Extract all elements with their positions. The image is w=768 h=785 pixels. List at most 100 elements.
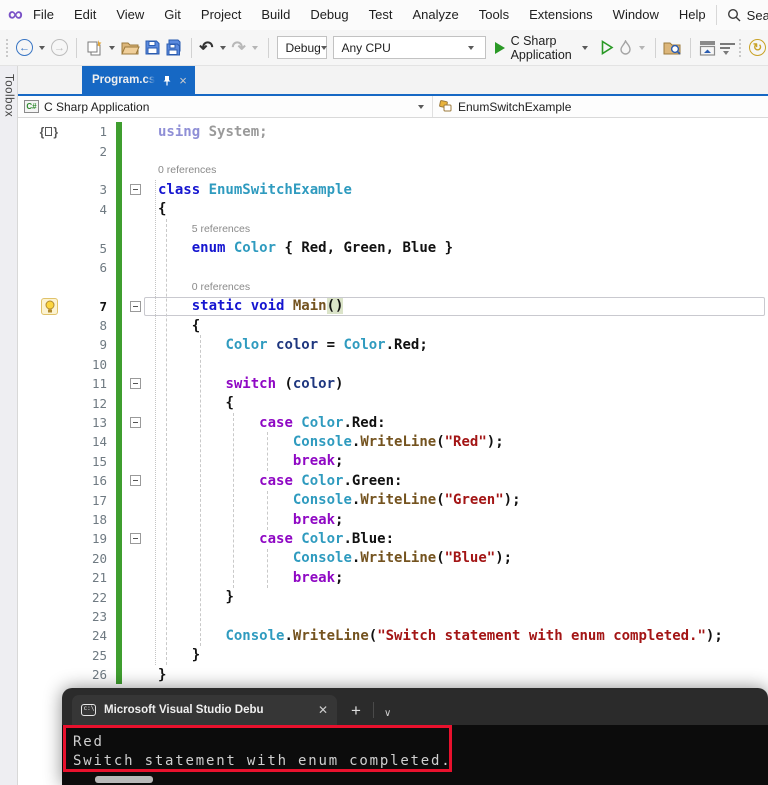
run-outline-icon [601,40,614,55]
type-name: EnumSwitchExample [458,99,572,114]
platform-value: Any CPU [341,40,391,55]
horizontal-scrollbar-thumb[interactable] [95,776,153,783]
solution-configuration-dropdown[interactable]: Debug [277,36,328,59]
solution-explorer-button[interactable] [697,35,718,61]
start-debugging-button[interactable]: C Sharp Application [489,34,598,62]
save-button[interactable] [142,35,163,61]
navigate-forward-button[interactable]: → [49,35,70,61]
fold-collapse-toggle[interactable] [129,184,141,196]
menu-help[interactable]: Help [669,0,716,30]
toolbar-drag-handle[interactable] [739,38,743,57]
navigation-bar: C# C Sharp Application EnumSwitchExample [18,96,768,118]
code-text: static void Main() [191,298,344,315]
code-text: Console.WriteLine("Blue"); [292,550,513,567]
tab-program-cs[interactable]: Program.cs × [82,66,195,94]
navigate-back-button[interactable]: ← [14,35,35,61]
codelens-references[interactable]: 0 references [148,281,768,293]
code-line: 23 [18,606,768,627]
save-all-button[interactable] [163,35,185,61]
menu-project[interactable]: Project [191,0,251,30]
line-number: 7 [99,298,107,314]
terminal-dropdown-button[interactable]: ∨ [384,708,391,719]
visual-studio-window: ∞ File Edit View Git Project Build Debug Test An… [0,0,768,785]
undo-button[interactable]: ↶ [197,35,215,61]
codelens-row: 0 references [18,160,768,181]
change-tracking-bar [116,277,122,297]
redo-dropdown-caret[interactable] [251,45,258,50]
open-file-button[interactable] [119,35,142,61]
code-text: Console.WriteLine("Red"); [292,433,504,450]
project-dropdown[interactable]: C# C Sharp Application [18,96,433,117]
code-outline-icon[interactable]: {} [40,125,58,139]
back-dropdown-caret[interactable] [38,45,45,50]
code-text: { [191,317,201,334]
hot-reload-button[interactable] [616,35,635,61]
fold-collapse-toggle[interactable] [129,300,141,312]
close-icon[interactable]: × [179,74,187,87]
fold-collapse-toggle[interactable] [129,378,141,390]
type-dropdown[interactable]: EnumSwitchExample [433,96,768,117]
new-terminal-tab-button[interactable]: + [351,701,361,721]
menu-edit[interactable]: Edit [64,0,106,30]
change-tracking-bar [116,354,122,375]
menu-extensions[interactable]: Extensions [519,0,603,30]
menu-view[interactable]: View [106,0,154,30]
menu-file[interactable]: File [23,0,64,30]
code-line: 7 static void Main() [18,296,768,316]
new-project-icon [87,39,102,55]
start-without-debugging-button[interactable] [598,35,616,61]
code-text: class EnumSwitchExample [158,181,352,198]
menu-build[interactable]: Build [251,0,300,30]
menu-git[interactable]: Git [154,0,191,30]
lightbulb-icon[interactable] [41,297,58,315]
fold-collapse-toggle[interactable] [129,475,141,487]
toolbox-panel-tab[interactable]: Toolbox [0,66,18,785]
code-line: 6 [18,257,768,278]
line-number: 17 [91,492,107,508]
terminal-tab-title: Microsoft Visual Studio Debu [104,704,264,716]
clipped-toolbar-button[interactable]: ↻ [747,35,768,61]
collapse-definitions-button[interactable] [718,35,737,61]
code-line: 18 break; [18,509,768,530]
pin-icon[interactable] [162,75,172,86]
change-tracking-bar [116,645,122,665]
change-tracking-bar [116,335,122,355]
configuration-value: Debug [285,40,321,55]
toolbar-drag-handle[interactable] [6,38,10,57]
code-editor[interactable]: {} 1 using System; 2 0 references 3 class Enum… [18,118,768,785]
change-tracking-bar [116,509,122,530]
line-number: 15 [91,453,107,469]
menu-debug[interactable]: Debug [300,0,358,30]
run-target-label: C Sharp Application [510,33,572,62]
find-in-files-button[interactable] [661,35,684,61]
codelens-references[interactable]: 0 references [148,164,768,176]
hot-reload-dropdown-caret[interactable] [638,45,645,50]
menu-analyze[interactable]: Analyze [402,0,468,30]
menu-test[interactable]: Test [359,0,403,30]
redo-button[interactable]: ↷ [230,35,248,61]
change-tracking-bar [116,257,122,278]
terminal-tab-close-icon[interactable]: ✕ [318,703,328,717]
run-icon [494,41,505,54]
save-icon [145,40,160,55]
search-box[interactable]: Sea [715,5,768,25]
menu-tools[interactable]: Tools [469,0,519,30]
fold-collapse-toggle[interactable] [129,533,141,545]
new-dropdown-caret[interactable] [108,45,115,50]
line-number: 4 [99,201,107,217]
line-number: 19 [91,531,107,547]
change-tracking-bar [116,490,122,510]
menu-items: File Edit View Git Project Build Debug Test Anal… [23,0,716,30]
new-project-button[interactable] [83,35,105,61]
code-line: 21 break; [18,567,768,588]
code-text: { [158,201,167,218]
undo-dropdown-caret[interactable] [219,45,226,50]
change-tracking-bar [116,664,122,685]
codelens-references[interactable]: 5 references [148,223,768,235]
solution-platform-dropdown[interactable]: Any CPU [333,36,486,59]
terminal-tab[interactable]: c:\ Microsoft Visual Studio Debu ✕ [72,695,337,725]
solution-explorer-icon [699,40,716,56]
menu-window[interactable]: Window [603,0,669,30]
terminal-output[interactable]: Red Switch statement with enum completed. [62,725,768,785]
fold-collapse-toggle[interactable] [129,417,141,429]
